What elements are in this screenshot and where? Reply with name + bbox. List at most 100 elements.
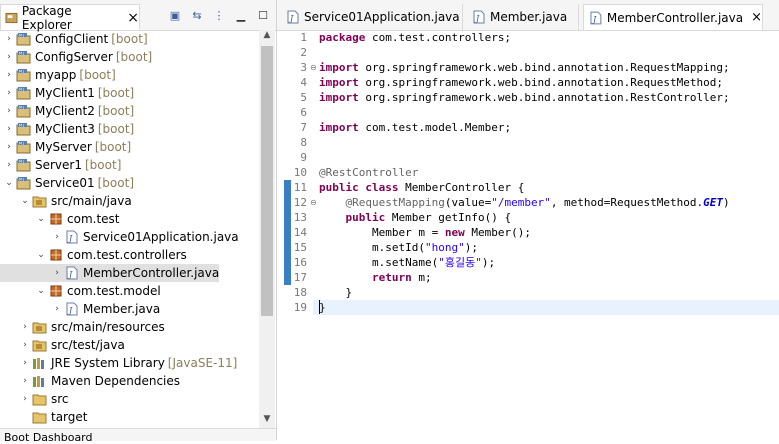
tree-item[interactable]: ⌄ com.test.model [0,282,160,300]
chevron-right-icon[interactable]: › [20,318,30,336]
tree-item-decoration: [boot] [85,158,122,172]
fold-toggle-icon[interactable]: ⊖ [310,60,317,75]
scroll-down-icon[interactable]: ▼ [261,414,273,428]
tree-item[interactable]: › M J ConfigServer [boot] [0,48,152,66]
chevron-right-icon[interactable]: › [52,228,62,246]
chevron-right-icon[interactable]: › [4,48,14,66]
code-token: , method=RequestMethod. [550,196,704,209]
code-area[interactable]: package com.test.controllers; import org.… [313,30,779,440]
editor-tab[interactable]: J Member.java [467,4,579,30]
collapse-all-icon[interactable]: ▣ [168,8,182,22]
srcfolder-icon [32,194,48,208]
chevron-right-icon[interactable]: › [4,138,14,156]
editor-tab[interactable]: J Service01Application.java [281,4,463,30]
tree-item[interactable]: ⌄ com.test [0,210,120,228]
text-caret [319,300,320,314]
tree-item[interactable]: target [0,408,88,426]
tree-item[interactable]: › M J MyClient3 [boot] [0,120,134,138]
tree-item[interactable]: › src [0,390,68,408]
tree-item-label: MemberController.java [83,266,220,280]
scrollbar-thumb[interactable] [261,46,273,316]
line-number: 16 [293,256,307,269]
code-line: public Member getInfo() { [319,210,512,225]
tree-item-label: src/test/java [51,338,125,352]
explorer-scrollbar[interactable]: ▲ ▼ [259,30,275,430]
line-number: 15 [293,241,307,254]
tree-item-decoration: [boot] [97,176,134,190]
tree-item-label: com.test [67,212,120,226]
fold-toggle-icon[interactable]: ⊖ [310,195,317,210]
tree-item[interactable]: › Maven Dependencies [0,372,180,390]
code-token: import [319,61,359,74]
chevron-right-icon[interactable]: › [4,30,14,48]
package-icon [48,248,64,262]
chevron-right-icon[interactable]: › [4,84,14,102]
tree-item-label: Server1 [35,158,82,172]
chevron-right-icon[interactable]: › [20,336,30,354]
tree-item[interactable]: › M J myapp [boot] [0,66,116,84]
package-icon [48,284,64,298]
svg-text:M J: M J [19,124,24,128]
tree-item[interactable]: ⌄ src/main/java [0,192,132,210]
editor-tab-label: MemberController.java [606,10,744,25]
chevron-right-icon[interactable]: › [20,354,30,372]
package-explorer-tab[interactable]: Package Explorer × [0,4,140,32]
chevron-right-icon[interactable]: › [4,120,14,138]
line-number: 11 [293,181,307,194]
tree-item[interactable]: › src/main/resources [0,318,165,336]
tree-item[interactable]: › J Member.java [0,300,160,318]
scroll-up-icon[interactable]: ▲ [261,30,273,44]
chevron-down-icon[interactable]: ⌄ [36,246,46,264]
close-icon[interactable]: × [127,10,139,26]
chevron-right-icon[interactable]: › [4,102,14,120]
code-token: MemberController { [405,181,525,194]
line-number: 4 [300,76,307,89]
chevron-down-icon[interactable]: ⌄ [36,282,46,300]
tree-item[interactable]: › J MemberController.java [0,264,220,282]
tree-item-label: Service01 [35,176,95,190]
line-number: 19 [293,301,307,314]
boot-dashboard-view: Boot Dashboard [0,428,276,444]
tree-item[interactable]: › M J MyClient2 [boot] [0,102,134,120]
minimize-icon[interactable]: ▁ [234,8,248,22]
maximize-icon[interactable]: ☐ [256,8,270,22]
line-number: 18 [293,286,307,299]
view-menu-icon[interactable]: ⋮ [212,8,226,22]
code-token: "hong" [424,241,465,254]
package-icon [48,212,64,226]
chevron-down-icon[interactable]: ⌄ [4,174,14,192]
code-token: com.test.model.Member; [365,121,512,134]
boot-dashboard-tab[interactable]: Boot Dashboard [4,431,93,444]
chevron-right-icon[interactable]: › [52,264,62,282]
close-icon[interactable]: × [751,10,762,25]
current-line-highlight [313,300,779,315]
chevron-down-icon[interactable]: ⌄ [36,210,46,228]
tree-item[interactable]: › M J MyServer [boot] [0,138,131,156]
code-token: m.setName( [319,256,439,269]
chevron-right-icon[interactable]: › [4,156,14,174]
tree-item[interactable]: › JRE System Library [JavaSE-11] [0,354,237,372]
tree-item[interactable]: › M J Server1 [boot] [0,156,121,174]
tree-item[interactable]: ⌄ com.test.controllers [0,246,187,264]
package-tree: › M J ConfigClient [boot] › M J ConfigServer [b… [0,30,258,430]
code-token: org.springframework.web.bind.annotation.… [365,76,723,89]
chevron-right-icon[interactable]: › [20,372,30,390]
tree-item[interactable]: ⌄ M J Service01 [boot] [0,174,134,192]
editor-tab[interactable]: J MemberController.java × [583,4,763,30]
tree-item[interactable]: › J Service01Application.java [0,228,238,246]
chevron-right-icon[interactable]: › [52,300,62,318]
tree-item[interactable]: › M J MyClient1 [boot] [0,84,134,102]
code-token: com.test.controllers; [371,31,512,44]
line-number: 5 [300,91,307,104]
package-explorer-icon [5,12,18,23]
svg-text:M J: M J [19,160,24,164]
chevron-right-icon[interactable]: › [4,66,14,84]
link-with-editor-icon[interactable]: ⇆ [190,8,204,22]
tree-item-label: target [51,410,88,424]
tree-item[interactable]: › M J ConfigClient [boot] [0,30,147,48]
tree-item-decoration: [boot] [97,104,135,118]
tree-item[interactable]: › src/test/java [0,336,125,354]
chevron-down-icon[interactable]: ⌄ [20,192,30,210]
chevron-right-icon[interactable]: › [20,390,30,408]
